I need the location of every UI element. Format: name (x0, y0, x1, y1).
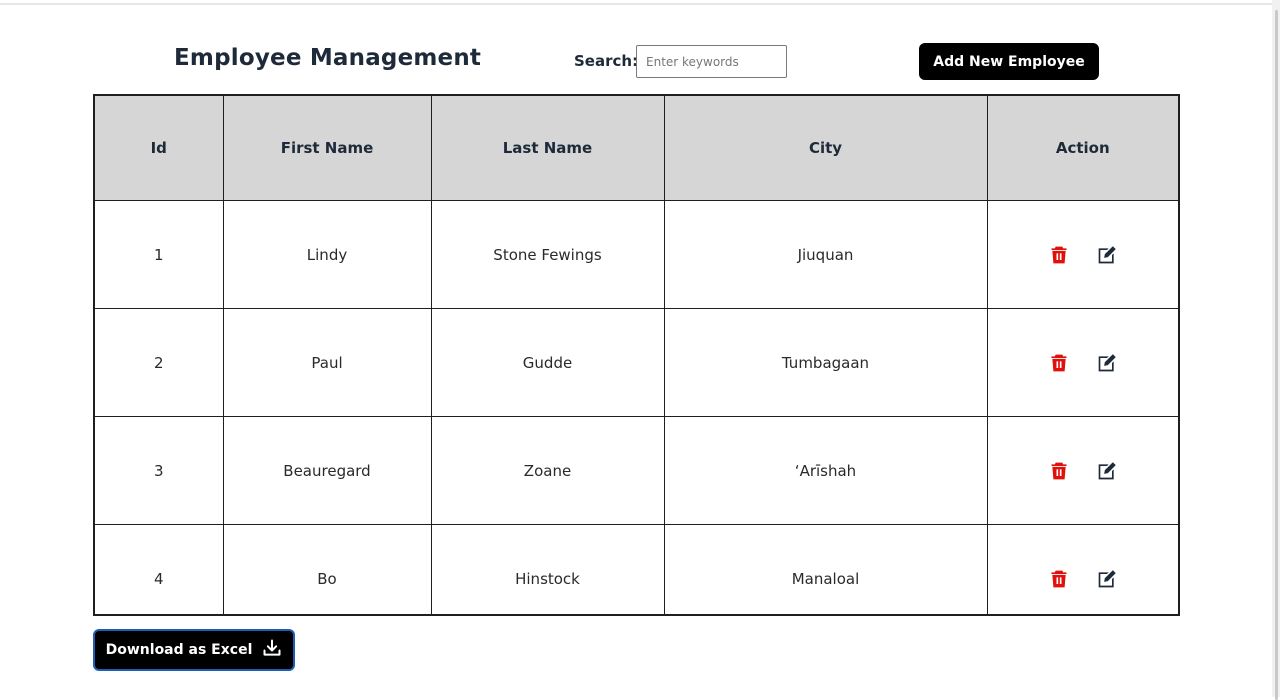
cell-first-name: Bo (222, 524, 432, 614)
delete-icon[interactable] (1049, 569, 1069, 589)
download-excel-button[interactable]: Download as Excel (93, 629, 295, 671)
cell-last-name: Hinstock (430, 524, 665, 614)
table-row: 1 Lindy Stone Fewings Jiuquan (95, 200, 1178, 309)
column-header-action: Action (986, 96, 1178, 201)
cell-id: 1 (95, 200, 224, 309)
table-body: 1 Lindy Stone Fewings Jiuquan 2 Paul Gudde Tumb… (95, 200, 1178, 614)
cell-last-name: Gudde (430, 308, 665, 417)
scrollbar-thumb[interactable] (1275, 10, 1278, 700)
column-header-id: Id (95, 96, 224, 201)
page-header: Employee Management Search: Add New Empl… (0, 0, 1272, 95)
cell-first-name: Paul (222, 308, 432, 417)
cell-city: Tumbagaan (663, 308, 988, 417)
delete-icon[interactable] (1049, 461, 1069, 481)
table-header-row: Id First Name Last Name City Action (95, 96, 1178, 201)
cell-id: 3 (95, 416, 224, 525)
edit-icon[interactable] (1097, 245, 1117, 265)
cell-first-name: Lindy (222, 200, 432, 309)
employee-table: Id First Name Last Name City Action 1 Lin… (95, 96, 1178, 614)
cell-last-name: Zoane (430, 416, 665, 525)
edit-icon[interactable] (1097, 569, 1117, 589)
search-input[interactable] (636, 45, 787, 78)
download-icon (262, 638, 282, 662)
cell-actions (986, 200, 1178, 309)
download-button-label: Download as Excel (105, 642, 253, 658)
cell-actions (986, 524, 1178, 614)
add-new-employee-button[interactable]: Add New Employee (919, 43, 1099, 80)
cell-actions (986, 308, 1178, 417)
delete-icon[interactable] (1049, 353, 1069, 373)
table-row: 2 Paul Gudde Tumbagaan (95, 308, 1178, 417)
search-label: Search: (574, 52, 639, 70)
cell-actions (986, 416, 1178, 525)
cell-city: Jiuquan (663, 200, 988, 309)
table-row: 4 Bo Hinstock Manaloal (95, 524, 1178, 614)
page-title: Employee Management (174, 45, 482, 71)
edit-icon[interactable] (1097, 461, 1117, 481)
column-header-last-name: Last Name (430, 96, 665, 201)
delete-icon[interactable] (1049, 245, 1069, 265)
column-header-first-name: First Name (222, 96, 432, 201)
cell-city: ‘Arīshah (663, 416, 988, 525)
table-row: 3 Beauregard Zoane ‘Arīshah (95, 416, 1178, 525)
cell-id: 4 (95, 524, 224, 614)
vertical-scrollbar[interactable] (1272, 0, 1280, 700)
cell-id: 2 (95, 308, 224, 417)
cell-last-name: Stone Fewings (430, 200, 665, 309)
employee-table-container: Id First Name Last Name City Action 1 Lin… (93, 94, 1180, 616)
column-header-city: City (663, 96, 988, 201)
cell-city: Manaloal (663, 524, 988, 614)
cell-first-name: Beauregard (222, 416, 432, 525)
edit-icon[interactable] (1097, 353, 1117, 373)
